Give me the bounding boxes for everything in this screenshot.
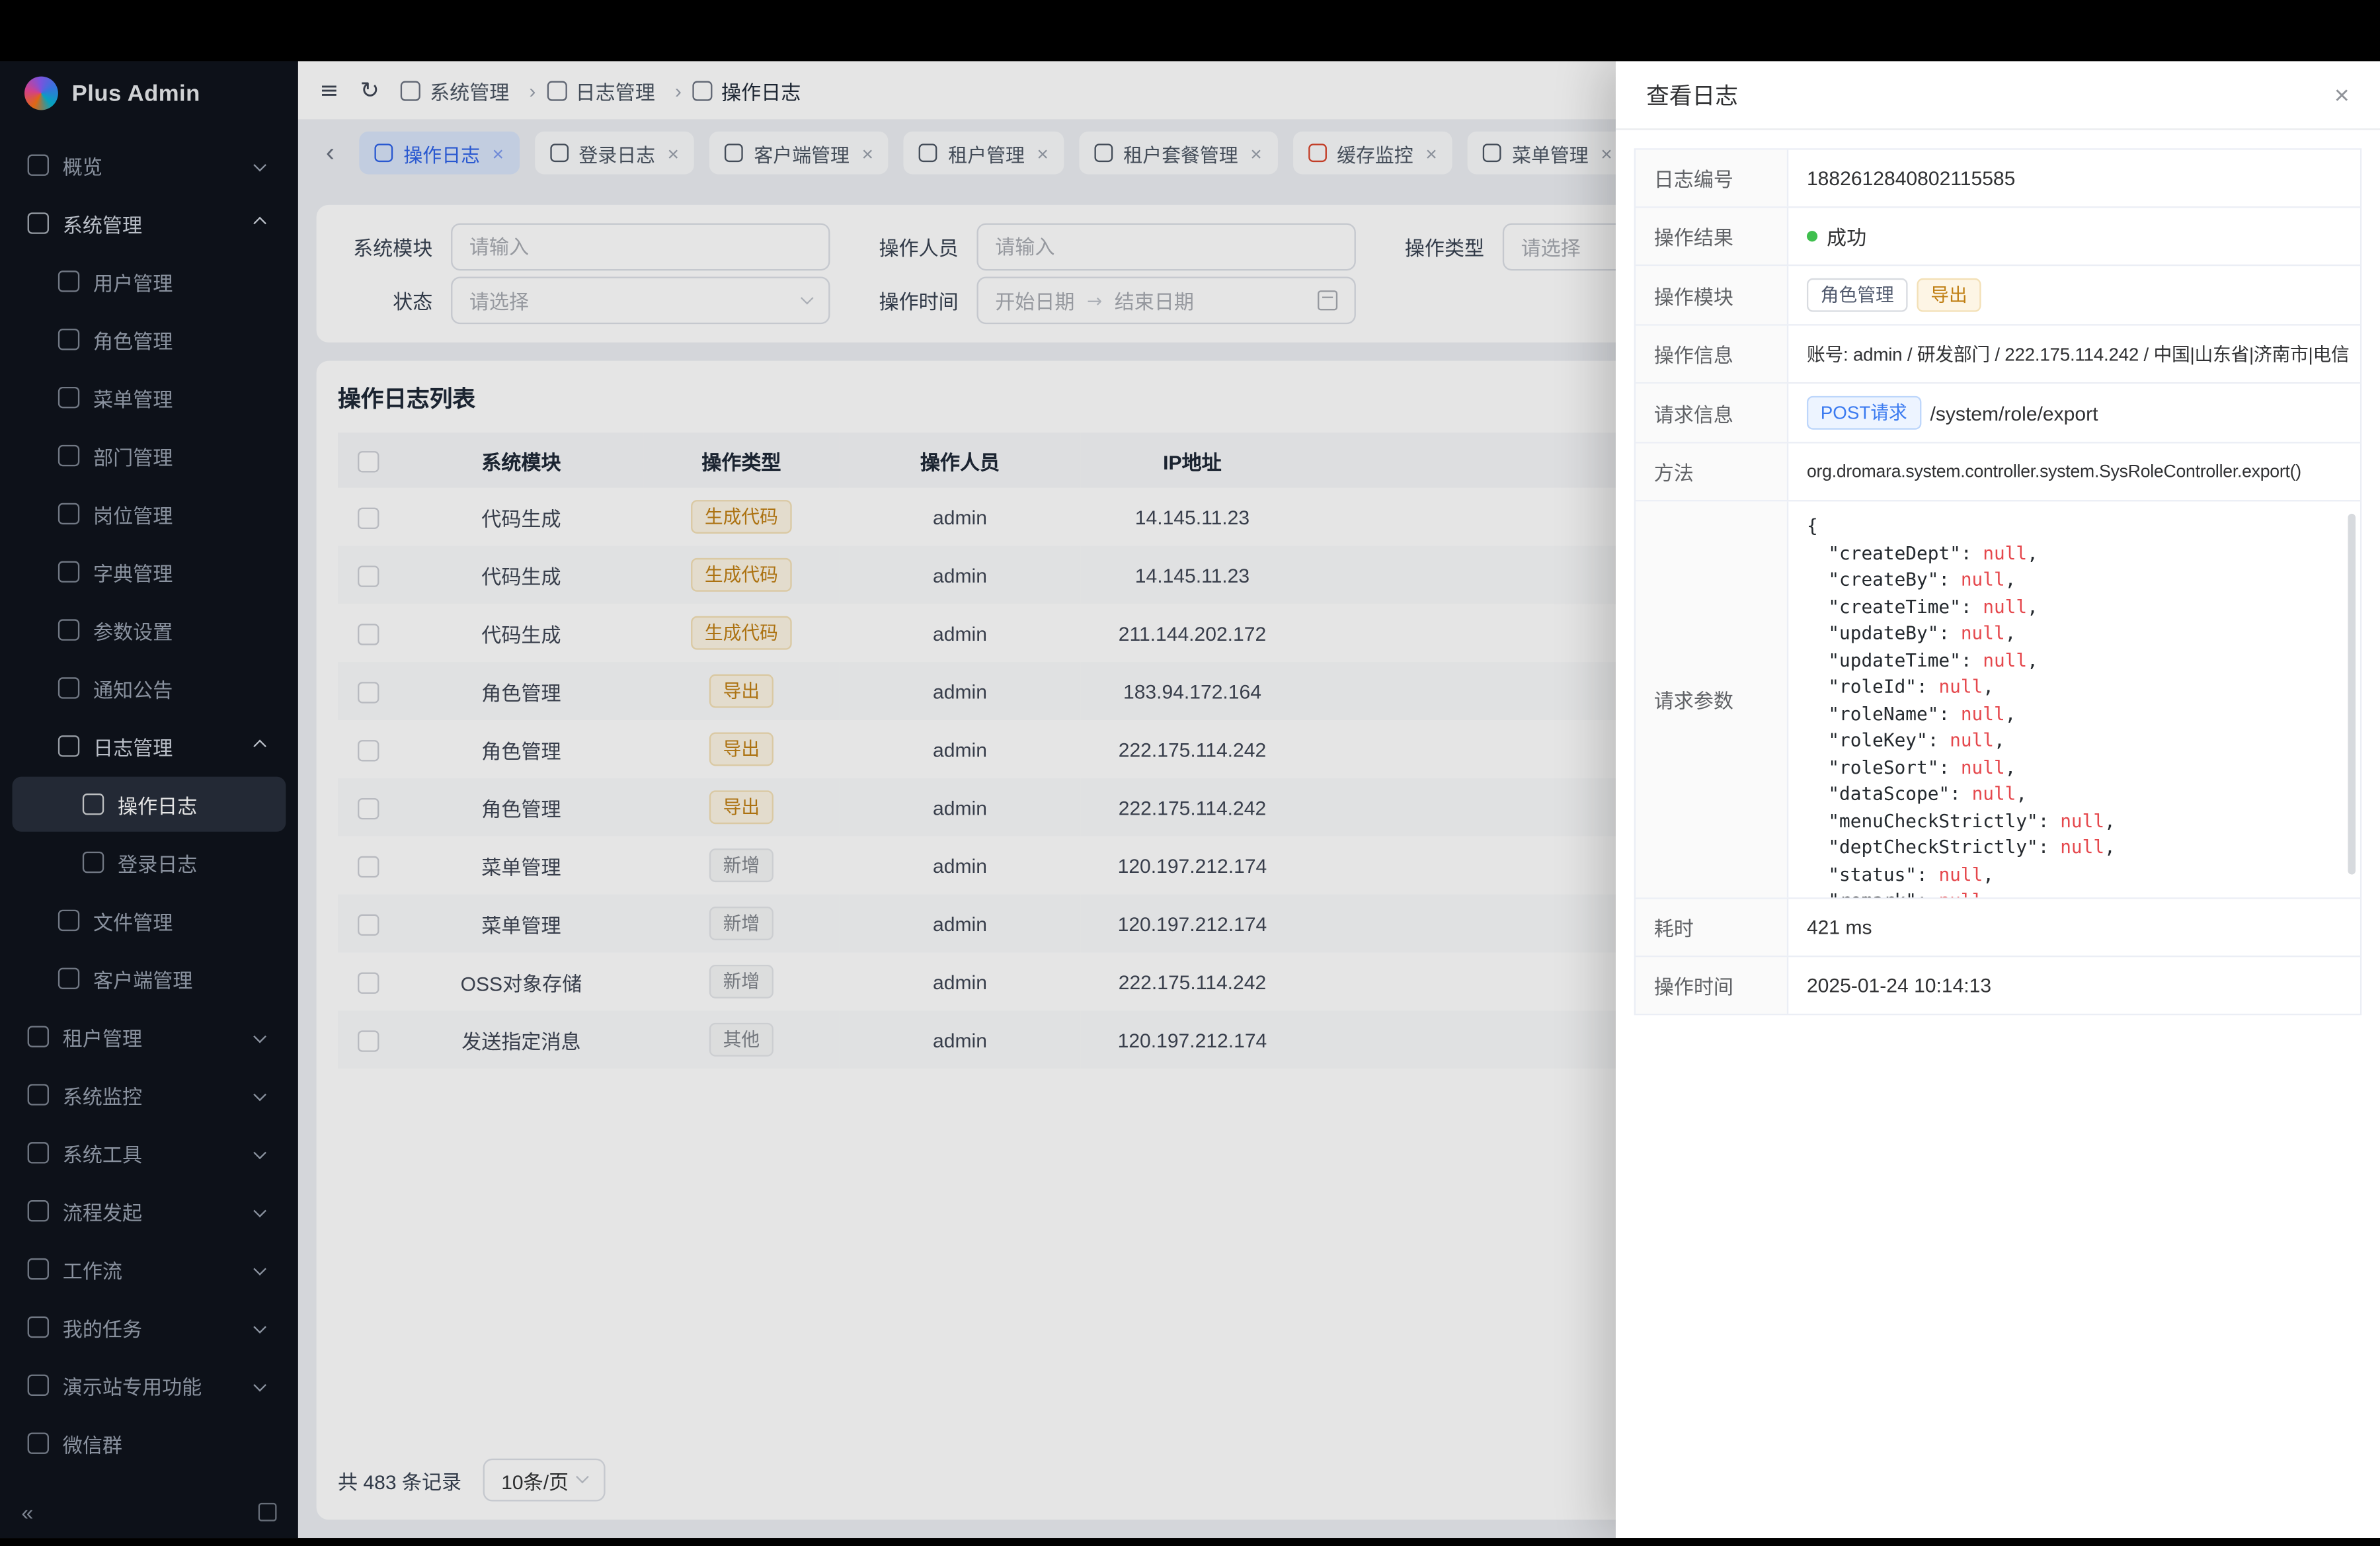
- field-label: 耗时: [1636, 899, 1788, 956]
- json-key: remark: [1828, 890, 1938, 898]
- json-line: createTimenull: [1807, 594, 2339, 620]
- operation-info-value: 账号: admin / 研发部门 / 222.175.114.242 / 中国|…: [1788, 325, 2360, 382]
- json-key: deptCheckStrictly: [1828, 836, 2060, 858]
- module-tag: 角色管理: [1807, 278, 1908, 312]
- screen: Plus Admin 概览 系统管理: [0, 0, 2380, 1546]
- cost-row: 耗时 421 ms: [1636, 899, 2360, 957]
- json-value: null: [1983, 596, 2038, 617]
- json-line: statusnull: [1807, 862, 2339, 888]
- json-line: roleKeynull: [1807, 728, 2339, 754]
- field-label: 请求参数: [1636, 501, 1788, 897]
- json-line: remarknull: [1807, 888, 2339, 897]
- json-key: roleSort: [1828, 756, 1961, 777]
- request-params-code-block[interactable]: { createDeptnull createBynull createTime…: [1788, 501, 2360, 897]
- json-value: null: [1961, 569, 2016, 590]
- http-method-tag: POST请求: [1807, 396, 1921, 430]
- field-label: 操作时间: [1636, 957, 1788, 1014]
- json-value: null: [1950, 729, 2005, 751]
- params-row: 请求参数 { createDeptnull createBynull creat…: [1636, 501, 2360, 899]
- json-key: updateBy: [1828, 622, 1961, 643]
- log-id-value: 1882612840802115585: [1788, 150, 2360, 207]
- json-line: createBynull: [1807, 567, 2339, 594]
- json-line: dataScopenull: [1807, 782, 2339, 808]
- field-label: 方法: [1636, 444, 1788, 501]
- app-window: Plus Admin 概览 系统管理: [0, 61, 2380, 1538]
- result-value: 成功: [1827, 222, 1866, 251]
- log-detail-table: 日志编号 1882612840802115585 操作结果 成功 操作模块 角色…: [1634, 148, 2362, 1015]
- request-row: 请求信息 POST请求 /system/role/export: [1636, 384, 2360, 443]
- json-key: menuCheckStrictly: [1828, 809, 2060, 831]
- method-row: 方法 org.dromara.system.controller.system.…: [1636, 444, 2360, 502]
- json-value: null: [1961, 622, 2016, 643]
- json-line: updateTimenull: [1807, 647, 2339, 674]
- module-row: 操作模块 角色管理 导出: [1636, 266, 2360, 325]
- field-label: 请求信息: [1636, 384, 1788, 442]
- field-label: 日志编号: [1636, 150, 1788, 207]
- field-label: 操作模块: [1636, 266, 1788, 324]
- operation-time-value: 2025-01-24 10:14:13: [1788, 957, 2360, 1014]
- field-label: 操作结果: [1636, 208, 1788, 264]
- code-scrollbar[interactable]: [2348, 514, 2356, 875]
- json-key: roleName: [1828, 702, 1961, 723]
- json-key: createTime: [1828, 596, 1983, 617]
- json-value: null: [1938, 863, 1994, 884]
- json-line: roleIdnull: [1807, 674, 2339, 701]
- view-log-drawer: 查看日志 × 日志编号 1882612840802115585 操作结果 成功 …: [1616, 61, 2380, 1538]
- json-key: createDept: [1828, 542, 1983, 563]
- json-value: null: [1972, 783, 2028, 804]
- json-value: null: [2060, 836, 2116, 858]
- close-icon[interactable]: ×: [2334, 82, 2350, 108]
- json-line: createDeptnull: [1807, 540, 2339, 567]
- module-action-tag: 导出: [1917, 278, 1981, 312]
- cost-value: 421 ms: [1788, 899, 2360, 956]
- json-value: null: [1938, 676, 1994, 697]
- json-key: roleKey: [1828, 729, 1950, 751]
- json-key: createBy: [1828, 569, 1961, 590]
- json-value: null: [1983, 649, 2038, 671]
- json-line: updateBynull: [1807, 621, 2339, 647]
- json-line: roleSortnull: [1807, 754, 2339, 781]
- json-key: roleId: [1828, 676, 1938, 697]
- json-key: status: [1828, 863, 1938, 884]
- info-row: 操作信息 账号: admin / 研发部门 / 222.175.114.242 …: [1636, 325, 2360, 384]
- drawer-title: 查看日志: [1646, 79, 1738, 111]
- json-key: dataScope: [1828, 783, 1971, 804]
- field-label: 操作信息: [1636, 325, 1788, 382]
- result-row: 操作结果 成功: [1636, 208, 2360, 266]
- log-id-row: 日志编号 1882612840802115585: [1636, 150, 2360, 208]
- json-value: null: [2060, 809, 2116, 831]
- json-value: null: [1983, 542, 2038, 563]
- method-value: org.dromara.system.controller.system.Sys…: [1788, 444, 2360, 501]
- drawer-header: 查看日志 ×: [1616, 61, 2380, 130]
- json-key: updateTime: [1828, 649, 1983, 671]
- json-line: roleNamenull: [1807, 701, 2339, 727]
- json-value: null: [1938, 890, 1994, 898]
- time-row: 操作时间 2025-01-24 10:14:13: [1636, 957, 2360, 1014]
- json-line: menuCheckStrictlynull: [1807, 808, 2339, 834]
- request-url-value: /system/role/export: [1930, 401, 2098, 425]
- json-open-brace: {: [1807, 514, 2339, 540]
- json-line: deptCheckStrictlynull: [1807, 834, 2339, 861]
- success-status-icon: [1807, 231, 1817, 241]
- json-value: null: [1961, 702, 2016, 723]
- json-value: null: [1961, 756, 2016, 777]
